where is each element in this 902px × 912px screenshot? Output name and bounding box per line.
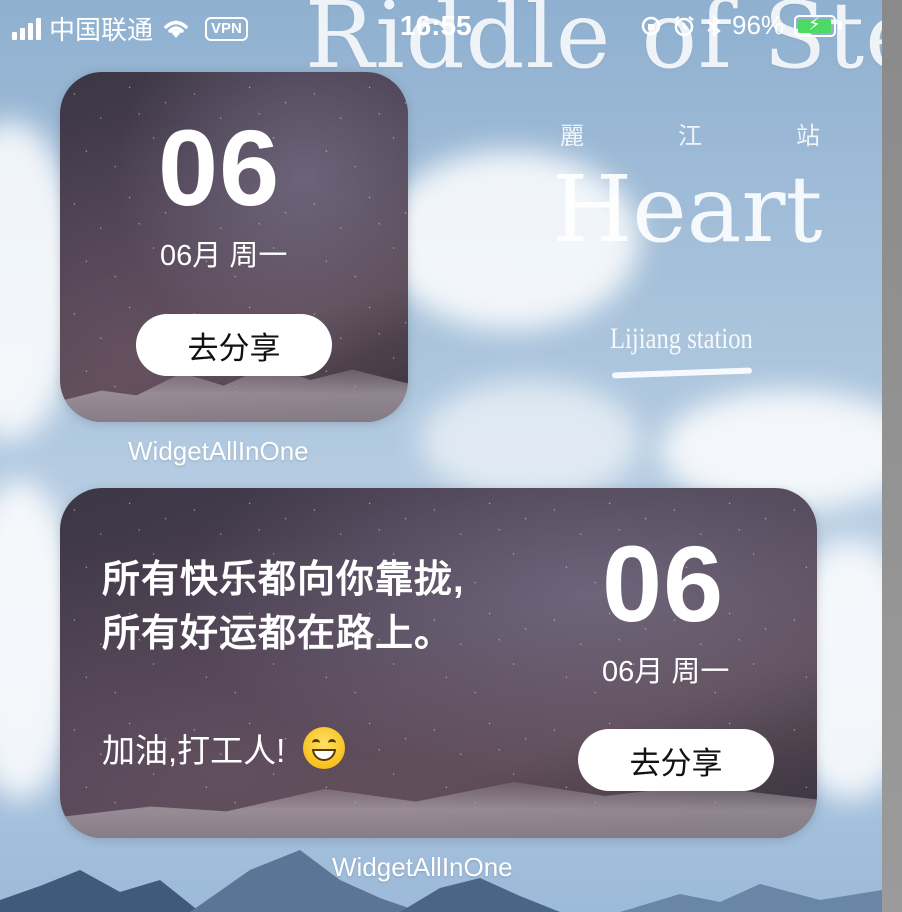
battery-tip [838, 21, 843, 30]
widget-small-day: 06 [158, 107, 281, 228]
alarm-icon [674, 15, 694, 36]
widget-small[interactable]: 06 06月 周一 去分享 [60, 72, 408, 422]
poster-subtitle-char: 麗 [560, 122, 584, 150]
wifi-icon [164, 20, 188, 38]
vpn-badge: VPN [205, 16, 248, 41]
widget-medium[interactable]: 所有快乐都向你靠拢, 所有好运都在路上。 加油,打工人! 06 06月 周一 去… [60, 488, 817, 838]
widget-small-caption: WidgetAllInOne [128, 436, 309, 466]
status-bar: 中国联通 VPN 16:55 96% ⚡ [0, 0, 882, 52]
orientation-lock-icon [641, 16, 661, 35]
carrier-label: 中国联通 [49, 15, 154, 45]
signal-icon [12, 17, 41, 40]
widget-cheer: 加油,打工人! [102, 724, 346, 772]
poster-subtitle: 麗 江 站 [560, 116, 820, 151]
poster-brush-stroke [611, 367, 753, 379]
poster-station: Lijiang station [610, 322, 753, 355]
battery-percent: 96% [732, 10, 785, 40]
widget-small-date: 06月 周一 [160, 240, 288, 272]
poster-subtitle-char: 江 [678, 122, 702, 150]
widget-medium-day: 06 [602, 523, 725, 644]
charging-bolt-icon: ⚡ [808, 13, 821, 34]
bluetooth-icon [707, 14, 721, 37]
widget-medium-share-button[interactable]: 去分享 [578, 729, 774, 791]
widget-medium-caption: WidgetAllInOne [332, 852, 513, 882]
widget-medium-date: 06月 周一 [602, 656, 730, 688]
screen-edge [882, 0, 902, 912]
status-time: 16:55 [400, 10, 472, 41]
widget-quote-line1: 所有快乐都向你靠拢, [102, 559, 465, 601]
battery-icon: ⚡ [794, 13, 837, 37]
widget-quote-line2: 所有好运都在路上。 [102, 613, 454, 655]
grinning-face-icon [303, 727, 346, 769]
widget-small-share-button[interactable]: 去分享 [136, 314, 332, 376]
widget-cheer-text: 加油,打工人! [102, 732, 286, 769]
poster-heart: Heart [552, 156, 823, 263]
poster-subtitle-char: 站 [796, 122, 820, 150]
